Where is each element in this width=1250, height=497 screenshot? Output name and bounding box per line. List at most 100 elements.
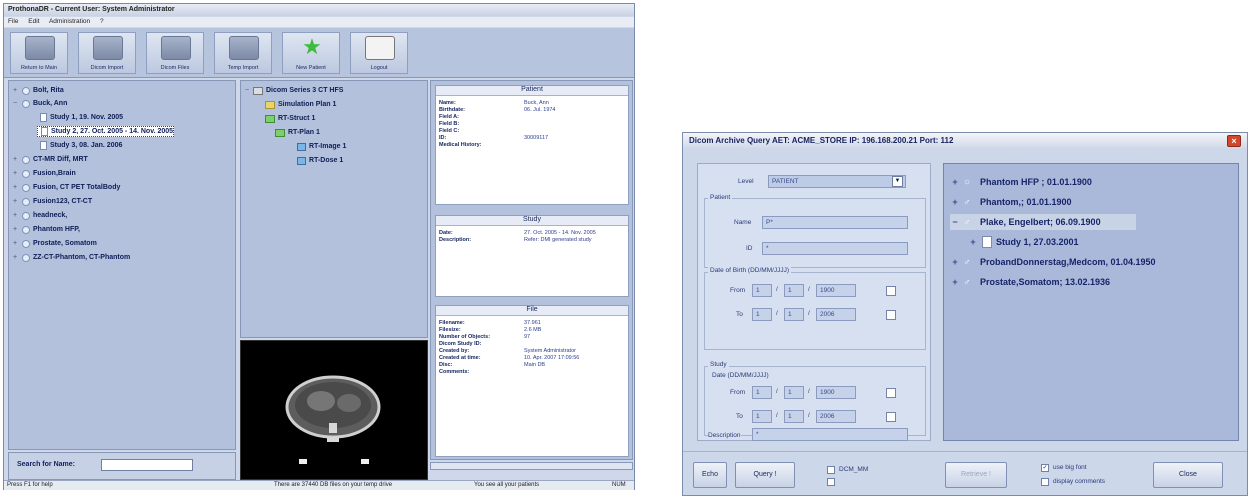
study-box-title: Study <box>436 216 628 226</box>
level-select[interactable]: PATIENT <box>768 175 906 188</box>
chevron-down-icon[interactable]: ▼ <box>892 176 903 187</box>
dob-from-checkbox[interactable] <box>886 286 896 296</box>
secondary-checkbox[interactable] <box>827 478 835 486</box>
tree-item-study-1[interactable]: Study 1, 19. Nov. 2005 <box>37 112 123 123</box>
dicom-archive-query-dialog: Dicom Archive Query AET: ACME_STORE IP: … <box>682 132 1248 496</box>
echo-button[interactable]: Echo <box>693 462 727 488</box>
dcm-mm-checkbox[interactable] <box>827 466 835 474</box>
dob-to-month[interactable]: 1 <box>784 308 804 321</box>
dicom-files-button[interactable]: Dicom Files <box>146 32 204 74</box>
temp-import-icon <box>229 36 259 60</box>
tree-item-zz-ct-phantom[interactable]: + ZZ-CT-Phantom, CT-Phantom <box>11 252 130 263</box>
horizontal-scrollbar[interactable] <box>430 462 633 470</box>
study-from-day[interactable]: 1 <box>752 386 772 399</box>
patient-icon <box>22 169 30 178</box>
patient-icon <box>22 99 30 108</box>
retrieve-button[interactable]: Retrieve ! <box>945 462 1007 488</box>
logout-button[interactable]: Logout <box>350 32 408 74</box>
tree-item-bolt-rita[interactable]: + Bolt, Rita <box>11 85 64 96</box>
info-panel: Patient Name: Buck, Ann Birthdate: 06. Jul… <box>430 80 633 460</box>
study-from-month[interactable]: 1 <box>784 386 804 399</box>
display-comments-checkbox[interactable] <box>1041 478 1049 486</box>
tree-item-buck-ann[interactable]: − Buck, Ann <box>11 98 67 109</box>
dob-to-day[interactable]: 1 <box>752 308 772 321</box>
dob-from-year[interactable]: 1900 <box>816 284 856 297</box>
tree-item-prostate[interactable]: + Prostate, Somatom <box>11 238 97 249</box>
query-button[interactable]: Query ! <box>735 462 795 488</box>
study-from-year[interactable]: 1900 <box>816 386 856 399</box>
menu-administration[interactable]: Administration <box>49 18 90 25</box>
dicom-series-item[interactable]: − Dicom Series 3 CT HFS <box>245 85 343 96</box>
rt-dose-item[interactable]: RT-Dose 1 <box>297 155 343 166</box>
result-item[interactable]: + ♂ Prostate,Somatom; 13.02.1936 <box>950 274 1110 290</box>
male-icon: ♂ <box>963 276 971 288</box>
study-icon <box>40 141 47 150</box>
close-icon[interactable]: × <box>1227 135 1241 147</box>
description-label: Description <box>708 432 741 439</box>
name-field[interactable]: P* <box>762 216 908 229</box>
dob-to-checkbox[interactable] <box>886 310 896 320</box>
dob-from-month[interactable]: 1 <box>784 284 804 297</box>
patient-tree: + Bolt, Rita − Buck, Ann Study 1, 19. Nov.… <box>8 80 236 450</box>
rt-dose-icon <box>297 156 306 165</box>
study-from-checkbox[interactable] <box>886 388 896 398</box>
id-field[interactable]: * <box>762 242 908 255</box>
tree-item-ct-mr-diff[interactable]: + CT-MR Diff, MRT <box>11 154 88 165</box>
search-label: Search for Name: <box>17 461 75 468</box>
tree-item-fusion-brain[interactable]: + Fusion,Brain <box>11 168 76 179</box>
new-patient-button[interactable]: ★ New Patient <box>282 32 340 74</box>
rt-struct-icon <box>265 114 275 123</box>
study-to-checkbox[interactable] <box>886 412 896 422</box>
tree-item-fusion-ct-pet[interactable]: + Fusion, CT PET TotalBody <box>11 182 120 193</box>
rt-image-icon <box>297 142 306 151</box>
close-button[interactable]: Close <box>1153 462 1223 488</box>
patient-icon <box>22 197 30 206</box>
dob-from-day[interactable]: 1 <box>752 284 772 297</box>
male-icon: ♂ <box>963 196 971 208</box>
dob-to-year[interactable]: 2006 <box>816 308 856 321</box>
logout-icon <box>365 36 395 60</box>
rt-struct-item[interactable]: RT-Struct 1 <box>265 113 315 124</box>
tree-item-study-3[interactable]: Study 3, 08. Jan. 2006 <box>37 140 122 151</box>
tree-item-phantom-hfp[interactable]: + Phantom HFP, <box>11 224 80 235</box>
file-box-title: File <box>436 306 628 316</box>
tree-item-headneck[interactable]: + headneck, <box>11 210 67 221</box>
big-font-checkbox[interactable]: ✓ <box>1041 464 1049 472</box>
menu-file[interactable]: File <box>8 18 18 25</box>
description-field[interactable]: * <box>752 428 908 441</box>
tree-item-study-2[interactable]: Study 2, 27. Oct. 2005 - 14. Nov. 2005 <box>37 126 175 137</box>
tree-item-fusion123[interactable]: + Fusion123, CT-CT <box>11 196 92 207</box>
patient-unknown-icon: ○ <box>963 176 971 188</box>
menu-help[interactable]: ? <box>100 18 104 25</box>
dialog-title: Dicom Archive Query AET: ACME_STORE IP: … <box>683 133 1247 149</box>
file-comments-row: Comments: <box>439 369 470 375</box>
study-to-month[interactable]: 1 <box>784 410 804 423</box>
menu-edit[interactable]: Edit <box>28 18 39 25</box>
search-input[interactable] <box>101 459 193 471</box>
rt-plan-item[interactable]: RT-Plan 1 <box>275 127 320 138</box>
study-to-day[interactable]: 1 <box>752 410 772 423</box>
result-item[interactable]: + ♂ Phantom,; 01.01.1900 <box>950 194 1071 210</box>
study-description-row: Description: Refer: DMI generated study <box>439 237 592 243</box>
dob-to-label: To <box>736 311 743 318</box>
result-item[interactable]: + ○ Phantom HFP ; 01.01.1900 <box>950 174 1092 190</box>
study-to-year[interactable]: 2006 <box>816 410 856 423</box>
return-to-main-button[interactable]: Return to Main <box>10 32 68 74</box>
patient-icon <box>22 155 30 164</box>
file-study-id-row: Dicom Study ID: <box>439 341 482 347</box>
study-date-row: Date: 27. Oct. 2005 - 14. Nov. 2005 <box>439 230 596 236</box>
patient-icon <box>22 86 30 95</box>
result-study-item[interactable]: + Study 1, 27.03.2001 <box>968 234 1079 250</box>
patient-icon <box>22 225 30 234</box>
patient-icon <box>22 253 30 262</box>
rt-image-item[interactable]: RT-Image 1 <box>297 141 346 152</box>
ct-image-preview[interactable] <box>240 340 428 480</box>
toolbar: Return to Main Dicom Import Dicom Files … <box>4 28 634 78</box>
simulation-plan-item[interactable]: Simulation Plan 1 <box>265 99 336 110</box>
study-from-label: From <box>730 389 746 396</box>
series-icon <box>253 86 263 95</box>
result-item[interactable]: + ♂ ProbandDonnerstag,Medcom, 01.04.1950 <box>950 254 1155 270</box>
result-item-selected[interactable]: − ♂ Plake, Engelbert; 06.09.1900 <box>950 214 1136 230</box>
temp-import-button[interactable]: Temp Import <box>214 32 272 74</box>
dicom-import-button[interactable]: Dicom Import <box>78 32 136 74</box>
